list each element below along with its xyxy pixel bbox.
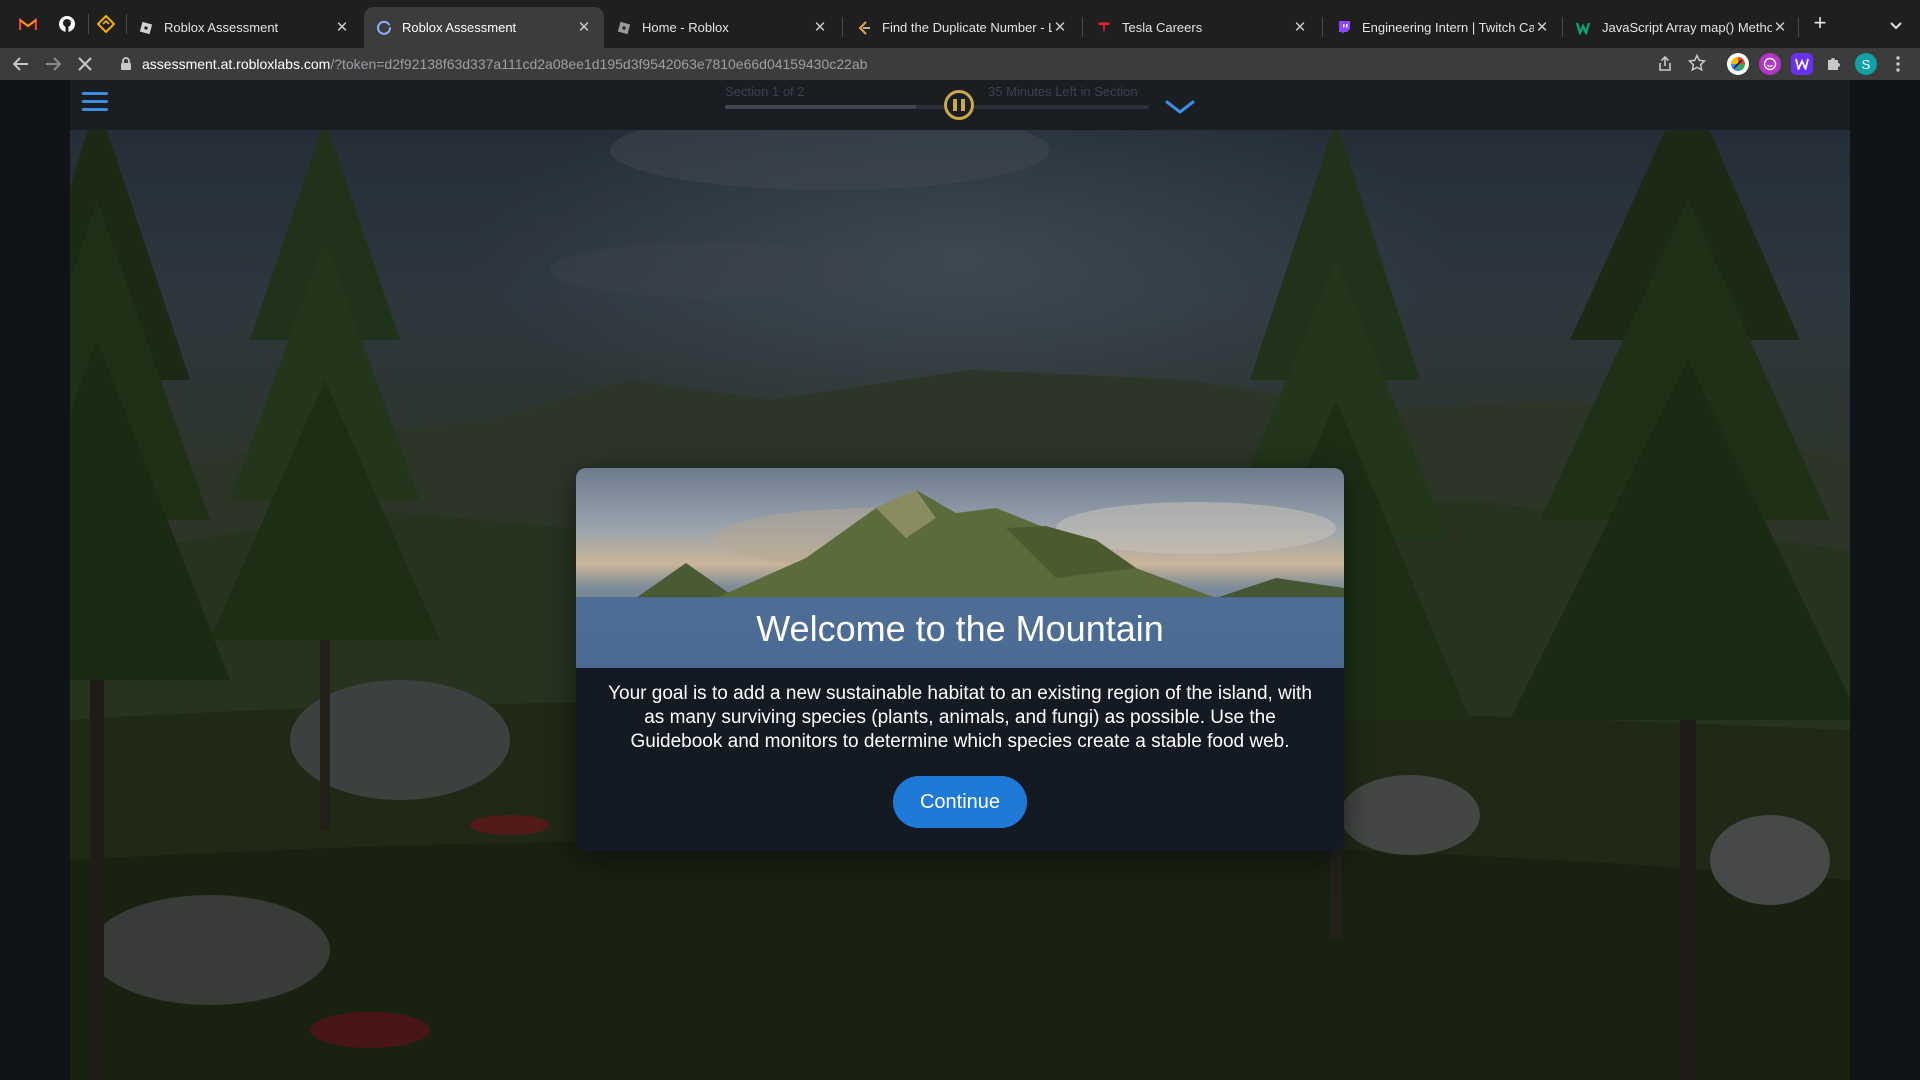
time-remaining-label: 35 Minutes Left in Section [988, 84, 1138, 99]
continue-button[interactable]: Continue [893, 776, 1027, 828]
tab-title: Home - Roblox [642, 20, 729, 35]
arrow-left-icon [12, 57, 28, 71]
tab-title: Tesla Careers [1122, 20, 1203, 35]
modal-title: Welcome to the Mountain [756, 608, 1164, 649]
assessment-hud: Section 1 of 2 35 Minutes Left in Sectio… [70, 80, 1850, 130]
bookmark-button[interactable] [1686, 52, 1708, 74]
star-icon [1688, 54, 1706, 72]
section-progress-fill [725, 105, 916, 109]
chevron-down-icon [1165, 100, 1195, 114]
section-progress-track [725, 105, 1149, 109]
browser-menu-button[interactable] [1887, 53, 1909, 75]
tab-roblox-assessment-active[interactable]: Roblox Assessment ✕ [364, 7, 604, 48]
close-icon[interactable]: ✕ [1534, 19, 1550, 36]
diamond-extension-icon [97, 15, 115, 33]
color-wheel-icon [1731, 57, 1745, 71]
close-icon[interactable]: ✕ [1052, 19, 1068, 36]
pause-button[interactable] [944, 90, 974, 120]
extensions-button[interactable] [1823, 53, 1845, 75]
leetcode-icon [856, 20, 872, 36]
extension-grammarly[interactable] [1727, 53, 1749, 75]
pinned-tab-gmail[interactable] [14, 10, 42, 38]
tab-separator [1082, 17, 1083, 37]
close-icon[interactable]: ✕ [334, 19, 350, 36]
tab-title: Engineering Intern | Twitch Car [1362, 20, 1534, 35]
kebab-menu-icon [1896, 56, 1900, 72]
tab-tesla-careers[interactable]: Tesla Careers ✕ [1084, 7, 1320, 48]
welcome-modal: Welcome to the Mountain Your goal is to … [576, 468, 1344, 851]
roblox-icon [616, 20, 632, 36]
tab-leetcode[interactable]: Find the Duplicate Number - Le ✕ [844, 7, 1080, 48]
browser-toolbar: assessment.at.robloxlabs.com/?token=d2f9… [0, 48, 1920, 80]
tab-separator [842, 17, 843, 37]
url-text[interactable]: assessment.at.robloxlabs.com/?token=d2f9… [142, 56, 867, 72]
puzzle-icon [1828, 58, 1840, 70]
url-path: /?token=d2f92138f63d337a111cd2a08ee1d195… [330, 56, 868, 72]
pinned-tab-extension[interactable] [92, 10, 120, 38]
back-button[interactable] [9, 52, 33, 76]
w-letter-icon [1795, 58, 1809, 70]
tab-title: Roblox Assessment [164, 20, 279, 35]
browser-tab-strip: Roblox Assessment ✕ Roblox Assessment ✕ … [0, 0, 1920, 48]
new-tab-button[interactable]: + [1808, 11, 1832, 35]
share-button[interactable] [1654, 53, 1676, 75]
forward-button[interactable] [41, 52, 65, 76]
arrow-right-icon [46, 57, 62, 71]
tab-home-roblox[interactable]: Home - Roblox ✕ [604, 7, 840, 48]
expand-hud-button[interactable] [1164, 98, 1196, 116]
pause-icon-bar [961, 99, 965, 111]
roblox-icon [138, 20, 154, 36]
w3schools-icon [1576, 20, 1592, 36]
stop-loading-button[interactable] [73, 52, 97, 76]
lock-icon[interactable] [120, 57, 132, 71]
tesla-icon [1096, 20, 1112, 36]
tab-separator [1562, 17, 1563, 37]
url-domain: assessment.at.robloxlabs.com [142, 56, 331, 72]
loading-spinner-icon [376, 20, 392, 36]
address-bar[interactable]: assessment.at.robloxlabs.com/?token=d2f9… [108, 49, 1682, 79]
hamburger-menu-button[interactable] [82, 92, 108, 114]
profile-avatar[interactable]: S [1855, 53, 1877, 75]
share-icon [1659, 56, 1671, 71]
smiley-icon [1763, 57, 1777, 71]
extension-w[interactable] [1791, 53, 1813, 75]
modal-description: Your goal is to add a new sustainable ha… [608, 683, 1312, 752]
tab-search-button[interactable] [1884, 13, 1908, 37]
close-icon [78, 57, 92, 71]
twitch-icon [1336, 20, 1352, 36]
close-icon[interactable]: ✕ [1292, 19, 1308, 36]
menu-icon-bar [82, 92, 108, 95]
tab-javascript-map[interactable]: JavaScript Array map() Metho ✕ [1564, 7, 1800, 48]
tab-separator [1798, 17, 1799, 37]
tab-title: Find the Duplicate Number - Le [882, 20, 1052, 35]
extension-purple-circle[interactable] [1759, 53, 1781, 75]
tab-title: JavaScript Array map() Metho [1602, 20, 1772, 35]
menu-icon-bar [82, 100, 108, 103]
page-viewport: Section 1 of 2 35 Minutes Left in Sectio… [0, 80, 1920, 1080]
tab-separator [88, 14, 89, 34]
tab-separator [1322, 17, 1323, 37]
close-icon[interactable]: ✕ [1772, 19, 1788, 36]
tab-twitch-careers[interactable]: Engineering Intern | Twitch Car ✕ [1324, 7, 1562, 48]
close-icon[interactable]: ✕ [812, 19, 828, 36]
gmail-icon [19, 17, 37, 30]
close-icon[interactable]: ✕ [576, 19, 592, 36]
pinned-tab-github[interactable] [53, 10, 81, 38]
pause-icon-bar [953, 99, 957, 111]
chevron-down-icon [1890, 22, 1902, 30]
tab-title: Roblox Assessment [402, 20, 517, 35]
tab-roblox-assessment-1[interactable]: Roblox Assessment ✕ [126, 7, 362, 48]
github-icon [59, 16, 75, 32]
section-label: Section 1 of 2 [725, 84, 805, 99]
menu-icon-bar [82, 108, 108, 111]
